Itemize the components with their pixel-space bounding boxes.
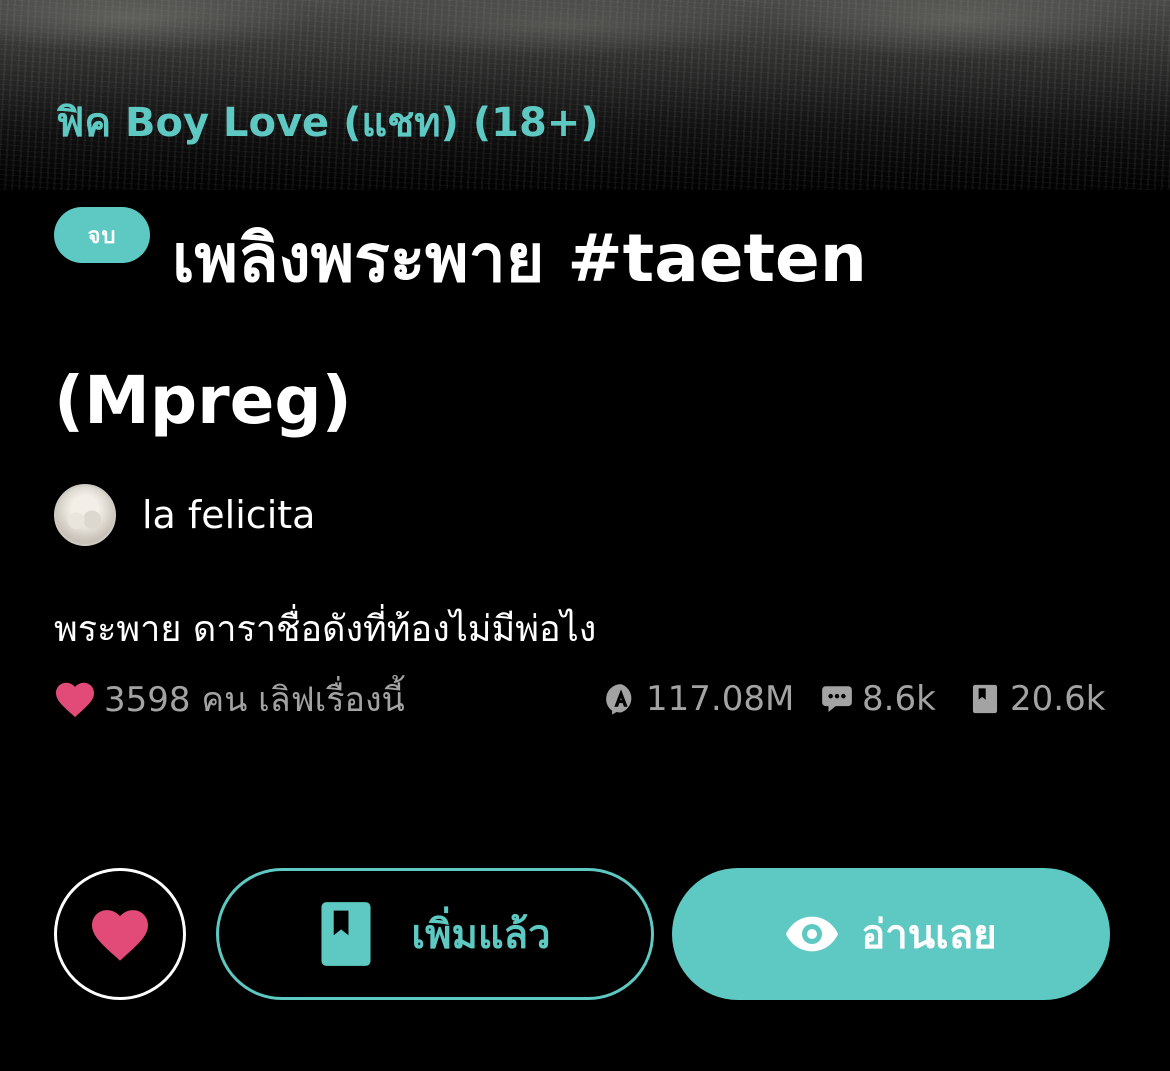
love-count: 3598 คน เลิฟเรื่องนี้	[54, 672, 405, 726]
add-to-library-label: เพิ่มแล้ว	[411, 912, 551, 958]
story-synopsis: พระพาย ดาราชื่อดังที่ท้องไม่มีพ่อไง	[54, 609, 597, 650]
chapters-stat: 20.6k	[968, 672, 1105, 726]
author-avatar[interactable]	[54, 484, 116, 546]
heart-icon	[92, 910, 148, 961]
story-title: เพลิงพระพาย #taeten (Mpreg)	[54, 220, 867, 439]
love-count-text: 3598 คน เลิฟเรื่องนี้	[104, 680, 405, 720]
comment-icon	[822, 686, 852, 713]
views-icon	[606, 684, 632, 715]
views-stat: 117.08M	[604, 672, 794, 726]
book-icon	[972, 684, 998, 714]
story-page: ฟิค Boy Love (แชท) (18+) จบ เพลิงพระพาย …	[0, 0, 1170, 1071]
story-stats: 3598 คน เลิฟเรื่องนี้ 117.08M 8.6k 20.6k	[54, 672, 1114, 726]
comments-stat: 8.6k	[820, 672, 936, 726]
heart-icon	[56, 682, 94, 718]
read-now-button[interactable]: อ่านเลย	[672, 868, 1110, 1000]
chapters-count: 20.6k	[1010, 679, 1106, 719]
add-to-library-button[interactable]: เพิ่มแล้ว	[216, 868, 654, 1000]
eye-icon	[786, 916, 839, 952]
comments-count: 8.6k	[862, 679, 936, 719]
author-info[interactable]: la felicita	[54, 483, 315, 547]
bookmark-book-icon	[321, 902, 371, 966]
read-now-label: อ่านเลย	[861, 912, 997, 958]
author-name[interactable]: la felicita	[142, 493, 315, 537]
views-count: 117.08M	[646, 679, 795, 719]
like-button[interactable]	[54, 868, 186, 1000]
story-category[interactable]: ฟิค Boy Love (แชท) (18+)	[56, 90, 599, 154]
